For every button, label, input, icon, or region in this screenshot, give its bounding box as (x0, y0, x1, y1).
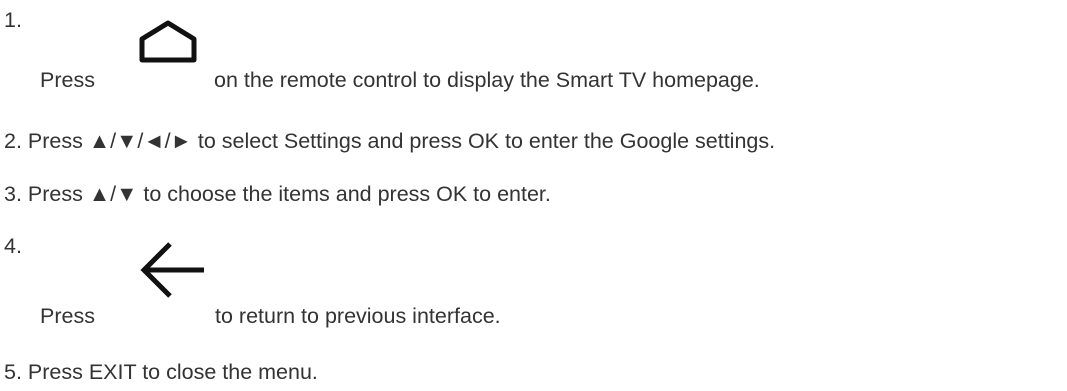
home-icon (136, 19, 202, 63)
step-text-before-icon: Press (40, 304, 95, 328)
step-number: 1. (4, 8, 22, 32)
step-text-before-icon: Press (40, 68, 95, 92)
back-arrow-icon (136, 240, 208, 308)
step-5: 5. Press EXIT to close the menu. (4, 360, 318, 384)
step-text-after-icon: to return to previous interface. (215, 304, 501, 328)
step-2: 2. Press ▲/▼/◄/► to select Settings and … (4, 129, 776, 153)
step-3: 3. Press ▲/▼ to choose the items and pre… (4, 182, 551, 206)
step-number: 4. (4, 234, 22, 258)
step-text-after-icon: on the remote control to display the Sma… (214, 68, 760, 92)
